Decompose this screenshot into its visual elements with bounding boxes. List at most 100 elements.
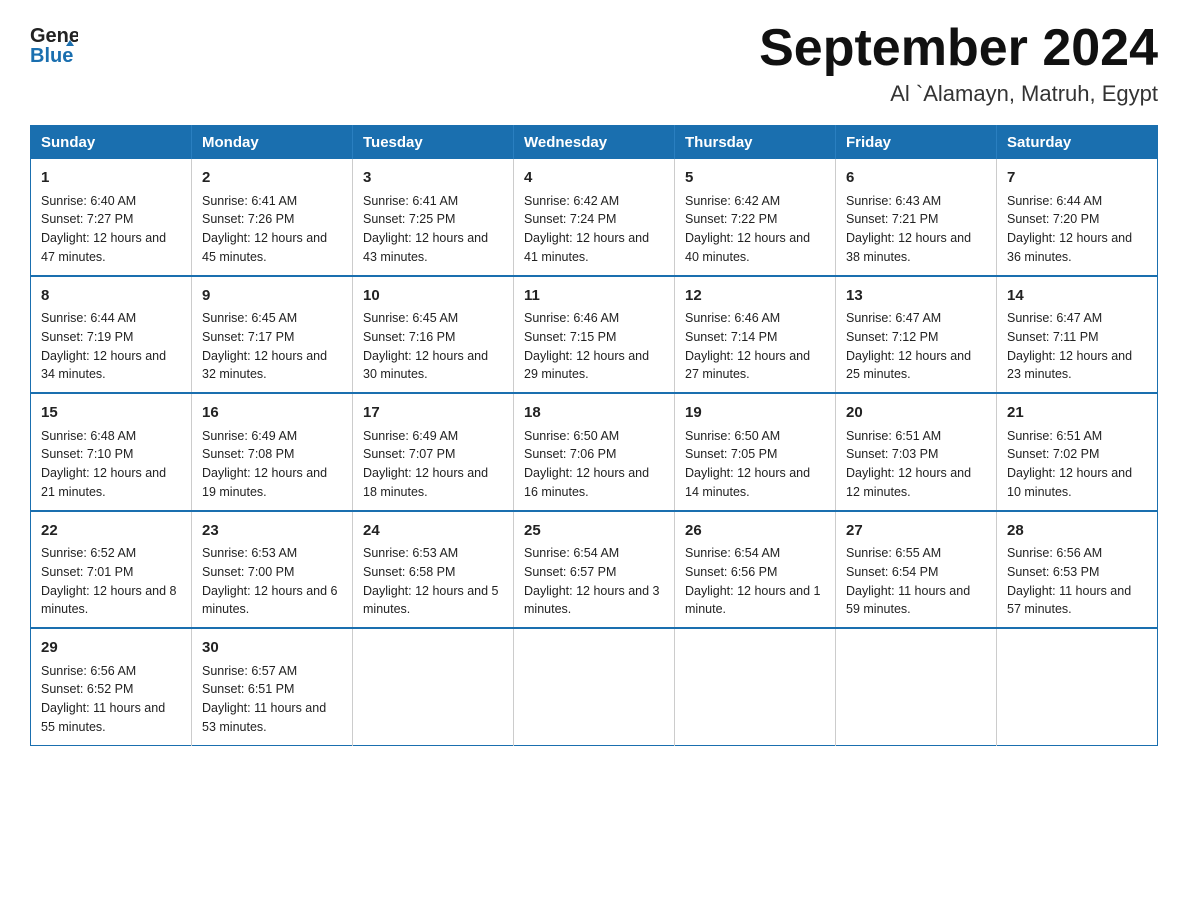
day-info: Sunrise: 6:55 AMSunset: 6:54 PMDaylight:… [846, 546, 970, 616]
calendar-cell: 20 Sunrise: 6:51 AMSunset: 7:03 PMDayligh… [836, 393, 997, 511]
calendar-title-area: September 2024 Al `Alamayn, Matruh, Egyp… [759, 20, 1158, 107]
calendar-cell: 18Sunrise: 6:50 AMSunset: 7:06 PMDayligh… [514, 393, 675, 511]
calendar-cell: 17 Sunrise: 6:49 AMSunset: 7:07 PMDayligh… [353, 393, 514, 511]
calendar-cell: 10 Sunrise: 6:45 AMSunset: 7:16 PMDayligh… [353, 276, 514, 394]
day-info: Sunrise: 6:51 AMSunset: 7:03 PMDaylight:… [846, 429, 971, 499]
day-info: Sunrise: 6:41 AMSunset: 7:26 PMDaylight:… [202, 194, 327, 264]
day-info: Sunrise: 6:54 AMSunset: 6:56 PMDaylight:… [685, 546, 821, 616]
day-info: Sunrise: 6:57 AMSunset: 6:51 PMDaylight:… [202, 664, 326, 734]
calendar-cell: 30 Sunrise: 6:57 AMSunset: 6:51 PMDayligh… [192, 628, 353, 745]
day-info: Sunrise: 6:49 AMSunset: 7:08 PMDaylight:… [202, 429, 327, 499]
day-info: Sunrise: 6:42 AMSunset: 7:24 PMDaylight:… [524, 194, 649, 264]
day-info: Sunrise: 6:53 AMSunset: 6:58 PMDaylight:… [363, 546, 499, 616]
calendar-title: September 2024 [759, 20, 1158, 77]
week-row-2: 8Sunrise: 6:44 AMSunset: 7:19 PMDaylight… [31, 276, 1158, 394]
day-number: 2 [202, 167, 342, 190]
day-number: 1 [41, 167, 181, 190]
day-info: Sunrise: 6:53 AMSunset: 7:00 PMDaylight:… [202, 546, 338, 616]
calendar-cell: 15 Sunrise: 6:48 AMSunset: 7:10 PMDayligh… [31, 393, 192, 511]
day-number: 27 [846, 520, 986, 543]
day-number: 17 [363, 402, 503, 425]
calendar-cell [514, 628, 675, 745]
day-info: Sunrise: 6:47 AMSunset: 7:12 PMDaylight:… [846, 311, 971, 381]
calendar-cell: 8Sunrise: 6:44 AMSunset: 7:19 PMDaylight… [31, 276, 192, 394]
col-header-tuesday: Tuesday [353, 126, 514, 160]
col-header-saturday: Saturday [997, 126, 1158, 160]
calendar-cell: 14 Sunrise: 6:47 AMSunset: 7:11 PMDayligh… [997, 276, 1158, 394]
day-info: Sunrise: 6:46 AMSunset: 7:15 PMDaylight:… [524, 311, 649, 381]
calendar-cell: 28 Sunrise: 6:56 AMSunset: 6:53 PMDayligh… [997, 511, 1158, 629]
col-header-friday: Friday [836, 126, 997, 160]
calendar-table: SundayMondayTuesdayWednesdayThursdayFrid… [30, 125, 1158, 746]
day-number: 21 [1007, 402, 1147, 425]
day-number: 16 [202, 402, 342, 425]
day-number: 15 [41, 402, 181, 425]
calendar-cell: 12 Sunrise: 6:46 AMSunset: 7:14 PMDayligh… [675, 276, 836, 394]
calendar-cell: 1 Sunrise: 6:40 AMSunset: 7:27 PMDaylight… [31, 159, 192, 276]
calendar-cell: 29 Sunrise: 6:56 AMSunset: 6:52 PMDayligh… [31, 628, 192, 745]
day-number: 11 [524, 285, 664, 308]
calendar-cell: 2 Sunrise: 6:41 AMSunset: 7:26 PMDaylight… [192, 159, 353, 276]
svg-text:Blue: Blue [30, 45, 73, 64]
calendar-cell: 27 Sunrise: 6:55 AMSunset: 6:54 PMDayligh… [836, 511, 997, 629]
week-row-5: 29 Sunrise: 6:56 AMSunset: 6:52 PMDayligh… [31, 628, 1158, 745]
day-number: 13 [846, 285, 986, 308]
calendar-cell [353, 628, 514, 745]
col-header-thursday: Thursday [675, 126, 836, 160]
calendar-cell: 23 Sunrise: 6:53 AMSunset: 7:00 PMDayligh… [192, 511, 353, 629]
day-info: Sunrise: 6:45 AMSunset: 7:17 PMDaylight:… [202, 311, 327, 381]
day-number: 5 [685, 167, 825, 190]
day-info: Sunrise: 6:40 AMSunset: 7:27 PMDaylight:… [41, 194, 166, 264]
calendar-cell [675, 628, 836, 745]
calendar-cell: 21Sunrise: 6:51 AMSunset: 7:02 PMDayligh… [997, 393, 1158, 511]
day-info: Sunrise: 6:50 AMSunset: 7:05 PMDaylight:… [685, 429, 810, 499]
day-info: Sunrise: 6:48 AMSunset: 7:10 PMDaylight:… [41, 429, 166, 499]
day-info: Sunrise: 6:49 AMSunset: 7:07 PMDaylight:… [363, 429, 488, 499]
calendar-cell [836, 628, 997, 745]
calendar-cell: 13 Sunrise: 6:47 AMSunset: 7:12 PMDayligh… [836, 276, 997, 394]
day-number: 7 [1007, 167, 1147, 190]
calendar-cell: 16 Sunrise: 6:49 AMSunset: 7:08 PMDayligh… [192, 393, 353, 511]
week-row-4: 22Sunrise: 6:52 AMSunset: 7:01 PMDayligh… [31, 511, 1158, 629]
day-number: 18 [524, 402, 664, 425]
col-header-monday: Monday [192, 126, 353, 160]
day-number: 10 [363, 285, 503, 308]
day-info: Sunrise: 6:45 AMSunset: 7:16 PMDaylight:… [363, 311, 488, 381]
calendar-cell: 19Sunrise: 6:50 AMSunset: 7:05 PMDayligh… [675, 393, 836, 511]
day-number: 29 [41, 637, 181, 660]
day-info: Sunrise: 6:56 AMSunset: 6:52 PMDaylight:… [41, 664, 165, 734]
calendar-cell: 25Sunrise: 6:54 AMSunset: 6:57 PMDayligh… [514, 511, 675, 629]
page-header: General Blue September 2024 Al `Alamayn,… [30, 20, 1158, 107]
day-number: 3 [363, 167, 503, 190]
day-number: 24 [363, 520, 503, 543]
calendar-cell: 4 Sunrise: 6:42 AMSunset: 7:24 PMDaylight… [514, 159, 675, 276]
day-info: Sunrise: 6:47 AMSunset: 7:11 PMDaylight:… [1007, 311, 1132, 381]
day-number: 9 [202, 285, 342, 308]
col-header-sunday: Sunday [31, 126, 192, 160]
calendar-cell: 22Sunrise: 6:52 AMSunset: 7:01 PMDayligh… [31, 511, 192, 629]
calendar-subtitle: Al `Alamayn, Matruh, Egypt [759, 81, 1158, 107]
day-number: 20 [846, 402, 986, 425]
calendar-header-row: SundayMondayTuesdayWednesdayThursdayFrid… [31, 126, 1158, 160]
week-row-3: 15 Sunrise: 6:48 AMSunset: 7:10 PMDayligh… [31, 393, 1158, 511]
day-info: Sunrise: 6:46 AMSunset: 7:14 PMDaylight:… [685, 311, 810, 381]
day-number: 30 [202, 637, 342, 660]
day-number: 12 [685, 285, 825, 308]
day-number: 4 [524, 167, 664, 190]
calendar-cell: 6 Sunrise: 6:43 AMSunset: 7:21 PMDaylight… [836, 159, 997, 276]
day-info: Sunrise: 6:44 AMSunset: 7:20 PMDaylight:… [1007, 194, 1132, 264]
day-number: 6 [846, 167, 986, 190]
day-info: Sunrise: 6:41 AMSunset: 7:25 PMDaylight:… [363, 194, 488, 264]
day-number: 14 [1007, 285, 1147, 308]
calendar-cell: 9 Sunrise: 6:45 AMSunset: 7:17 PMDaylight… [192, 276, 353, 394]
logo-icon: General Blue [30, 20, 78, 64]
calendar-cell: 26Sunrise: 6:54 AMSunset: 6:56 PMDayligh… [675, 511, 836, 629]
day-info: Sunrise: 6:56 AMSunset: 6:53 PMDaylight:… [1007, 546, 1131, 616]
calendar-cell: 5 Sunrise: 6:42 AMSunset: 7:22 PMDaylight… [675, 159, 836, 276]
day-number: 28 [1007, 520, 1147, 543]
day-number: 23 [202, 520, 342, 543]
calendar-cell: 7 Sunrise: 6:44 AMSunset: 7:20 PMDaylight… [997, 159, 1158, 276]
week-row-1: 1 Sunrise: 6:40 AMSunset: 7:27 PMDaylight… [31, 159, 1158, 276]
day-info: Sunrise: 6:43 AMSunset: 7:21 PMDaylight:… [846, 194, 971, 264]
day-info: Sunrise: 6:42 AMSunset: 7:22 PMDaylight:… [685, 194, 810, 264]
